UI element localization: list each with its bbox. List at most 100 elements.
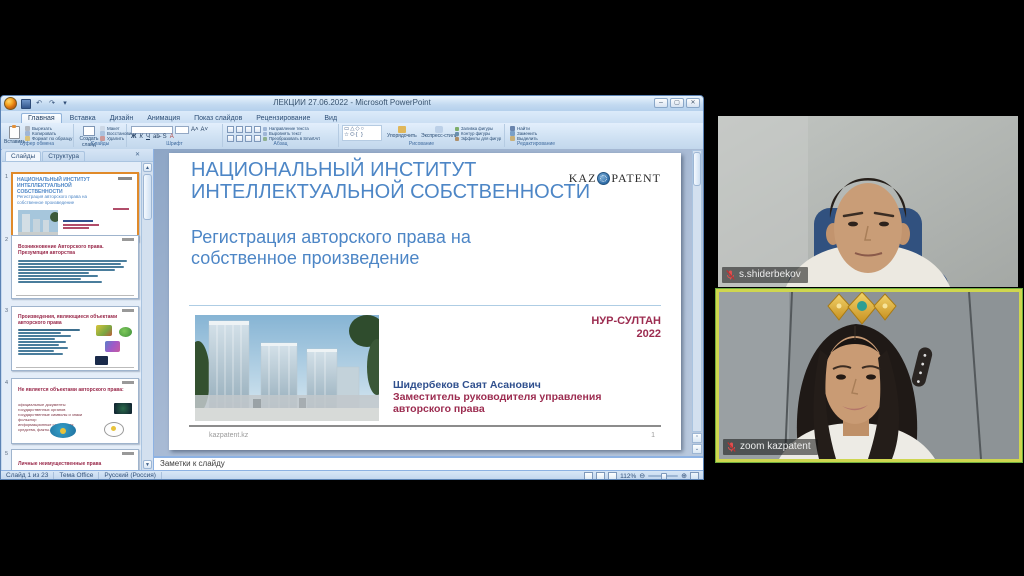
panel-tab-slides[interactable]: Слайды <box>5 151 41 161</box>
fit-to-window-icon[interactable] <box>690 472 699 481</box>
numbering-icon[interactable] <box>236 126 243 133</box>
window-title: ЛЕКЦИИ 27.06.2022 - Microsoft PowerPoint <box>1 98 703 107</box>
workspace-scroll-thumb[interactable] <box>693 152 701 186</box>
thumb3-image-books <box>96 325 112 336</box>
thumb2-title: Возникновение Авторского права. Презумпц… <box>18 245 130 257</box>
shapes-row2-icon: ☆⬭{ } <box>344 132 380 138</box>
strikethrough-icon[interactable]: ab̶ <box>153 134 160 141</box>
status-theme[interactable]: Тема Office <box>54 472 99 480</box>
tab-home[interactable]: Главная <box>21 113 62 123</box>
group-paragraph: Направление текста Выровнять текст Преоб… <box>223 124 339 147</box>
bullets-icon[interactable] <box>227 126 234 133</box>
view-slideshow-icon[interactable] <box>608 472 617 481</box>
new-slide-icon <box>83 126 95 136</box>
group-editing: Найти Заменить Выделить Редактирование <box>505 124 567 147</box>
thumbnail-number: 1 <box>5 174 8 180</box>
thumb1-city-placeholder <box>113 208 129 210</box>
zoom-out-icon[interactable]: ⊖ <box>639 473 645 480</box>
tab-insert[interactable]: Вставка <box>64 114 102 123</box>
view-sorter-icon[interactable] <box>596 472 605 481</box>
notes-pane[interactable]: Заметки к слайду <box>154 456 703 470</box>
close-button[interactable] <box>686 98 700 108</box>
tab-review[interactable]: Рецензирование <box>250 114 316 123</box>
thumb2-footer-line <box>16 295 134 296</box>
minimize-button[interactable] <box>654 98 668 108</box>
slide-divider-top <box>189 305 661 306</box>
thumb1-role-line <box>63 224 99 226</box>
scroll-down-icon[interactable]: ▼ <box>143 460 152 469</box>
group-slides: Создать слайд Макет Восстановить Удалить… <box>74 124 127 147</box>
tab-view[interactable]: Вид <box>318 114 343 123</box>
shadow-icon[interactable]: S <box>163 134 167 141</box>
next-slide-icon[interactable]: ⌄ <box>692 444 702 454</box>
participant-video-kazpatent[interactable]: zoom kazpatent <box>716 289 1022 462</box>
maximize-button[interactable] <box>670 98 684 108</box>
window-controls <box>654 98 700 108</box>
slide-footer-number: 1 <box>651 432 655 439</box>
ribbon: Вставить Вырезать Копировать Формат по о… <box>1 123 703 150</box>
zoom-slider[interactable] <box>648 475 678 477</box>
underline-button[interactable]: Ч <box>146 134 150 141</box>
thumb3-image-green <box>119 327 132 337</box>
grow-font-icon[interactable]: A˄ <box>191 127 199 134</box>
view-normal-icon[interactable] <box>584 472 593 481</box>
arrange-button[interactable]: Упорядочить <box>387 126 417 139</box>
decrease-indent-icon[interactable] <box>245 126 252 133</box>
smartart-icon <box>263 137 267 141</box>
thumb4-bullet: официальные документы государственных ор… <box>18 402 98 412</box>
font-name-combobox[interactable] <box>131 126 173 134</box>
slide-thumbnail-4[interactable]: Не является объектами авторского права: … <box>11 378 139 444</box>
tab-design[interactable]: Дизайн <box>104 114 140 123</box>
workspace-scrollbar[interactable] <box>692 150 702 432</box>
font-color-icon[interactable]: A <box>170 134 174 141</box>
quick-styles-icon <box>435 126 443 133</box>
shapes-gallery[interactable]: ▭△◇○ ☆⬭{ } <box>342 125 382 141</box>
participant-name-label: zoom kazpatent <box>723 439 818 455</box>
thumb5-logo-placeholder <box>122 452 134 455</box>
tab-slideshow[interactable]: Показ слайдов <box>188 114 248 123</box>
slide-presenter-block: Шидербеков Саят Асанович Заместитель рук… <box>393 379 601 415</box>
close-panel-icon[interactable]: ✕ <box>135 151 140 158</box>
title-bar: ↶ ↷ ▾ ЛЕКЦИИ 27.06.2022 - Microsoft Powe… <box>1 96 703 112</box>
quick-styles-button[interactable]: Экспресс-стили <box>421 126 458 139</box>
participant-video-shiderbekov[interactable]: s.shiderbekov <box>718 116 1018 287</box>
thumb4-title: Не является объектами авторского права: <box>18 388 128 394</box>
participant-name-label: s.shiderbekov <box>722 267 808 283</box>
scroll-up-icon[interactable]: ▲ <box>143 163 152 172</box>
panel-tab-outline[interactable]: Структура <box>42 151 85 161</box>
shrink-font-icon[interactable]: A˅ <box>201 127 209 134</box>
slide-thumbnail-5[interactable]: Личные неимущественные права <box>11 449 139 470</box>
presenter-role: авторского права <box>393 403 601 415</box>
thumb5-title: Личные неимущественные права <box>18 462 128 468</box>
paste-icon <box>9 126 20 139</box>
zoom-slider-knob[interactable] <box>661 473 667 480</box>
increase-indent-icon[interactable] <box>254 126 261 133</box>
bold-button[interactable]: Ж <box>131 134 136 141</box>
thumb3-image-dark <box>95 356 108 365</box>
slide-thumbnail-1[interactable]: НАЦИОНАЛЬНЫЙ ИНСТИТУТ ИНТЕЛЛЕКТУАЛЬНОЙ С… <box>11 172 139 242</box>
status-language[interactable]: Русский (Россия) <box>99 472 162 480</box>
tab-animation[interactable]: Анимация <box>141 114 186 123</box>
group-clipboard: Вставить Вырезать Копировать Формат по о… <box>1 124 74 147</box>
participant-camera-frame <box>719 292 1019 459</box>
panel-scroll-thumb[interactable] <box>143 174 152 220</box>
thumb4-image-dark <box>114 403 132 414</box>
slide-canvas[interactable]: KAZ PATENT НАЦИОНАЛЬНЫЙ ИНСТИТУТ ИНТЕЛЛЕ… <box>169 153 681 450</box>
panel-scrollbar[interactable]: ▲ ▼ <box>141 162 153 470</box>
status-slide-indicator: Слайд 1 из 23 <box>1 472 54 480</box>
thumbnail-number: 3 <box>5 308 8 314</box>
slide-title: НАЦИОНАЛЬНЫЙ ИНСТИТУТ ИНТЕЛЛЕКТУАЛЬНОЙ С… <box>191 159 651 203</box>
zoom-in-icon[interactable]: ⊕ <box>681 473 687 480</box>
text-direction-icon <box>263 127 267 131</box>
thumb1-building-image <box>18 210 58 236</box>
building-photo <box>195 315 379 421</box>
zoom-level[interactable]: 112% <box>620 473 636 480</box>
participant-name: zoom kazpatent <box>740 441 811 453</box>
previous-slide-icon[interactable]: ⌃ <box>692 433 702 443</box>
powerpoint-window: ↶ ↷ ▾ ЛЕКЦИИ 27.06.2022 - Microsoft Powe… <box>0 95 704 480</box>
italic-button[interactable]: К <box>139 134 143 141</box>
slide-thumbnail-3[interactable]: Произведения, являющиеся объектами автор… <box>11 306 139 371</box>
font-size-combobox[interactable] <box>175 126 189 134</box>
slide-thumbnail-2[interactable]: Возникновение Авторского права. Презумпц… <box>11 235 139 299</box>
shape-fill-icon <box>455 127 459 131</box>
